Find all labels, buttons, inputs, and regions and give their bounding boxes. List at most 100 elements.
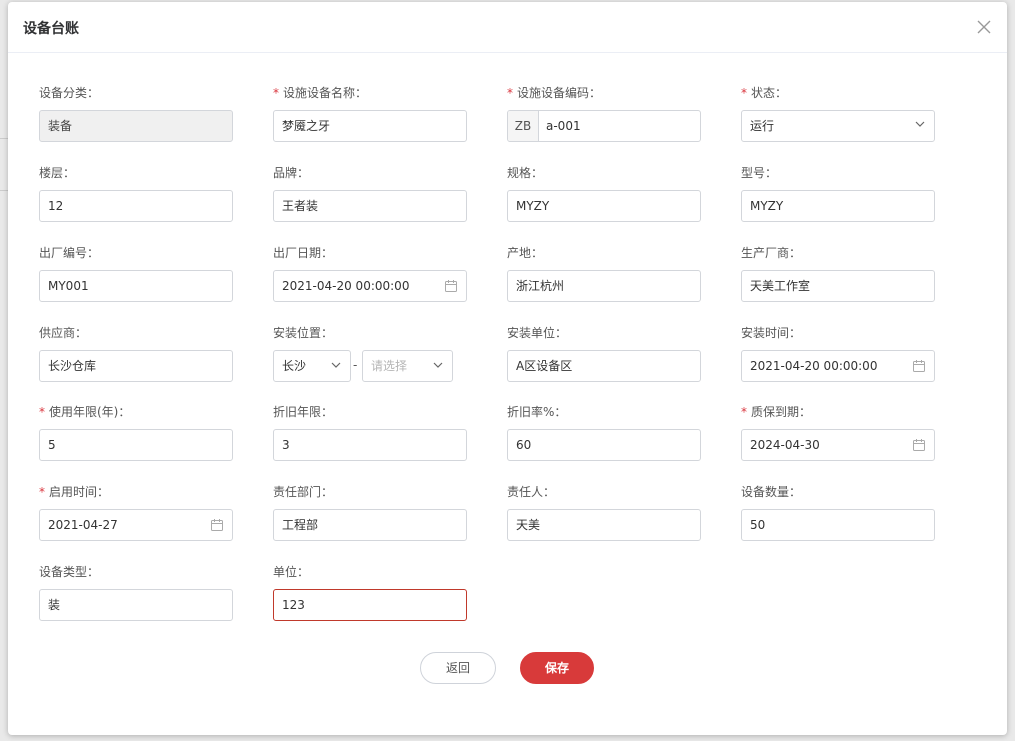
warranty-value: 2024-04-30 <box>750 438 820 452</box>
install-unit-input[interactable]: A区设备区 <box>507 350 701 382</box>
label-origin: 产地： <box>507 246 544 260</box>
field-unit: 单位： 123 <box>273 563 467 621</box>
label-model: 型号： <box>741 166 778 180</box>
close-icon[interactable] <box>974 17 994 37</box>
life-years-input[interactable]: 5 <box>39 429 233 461</box>
required-mark: * <box>741 405 747 419</box>
serial-input[interactable]: MY001 <box>39 270 233 302</box>
location-city-select[interactable]: 长沙 <box>273 350 351 382</box>
field-supplier: 供应商： 长沙仓库 <box>39 324 233 382</box>
title-divider <box>8 52 1007 53</box>
label-name: 设施设备名称： <box>283 86 368 100</box>
calendar-icon <box>913 360 925 372</box>
field-status: * 状态： 运行 <box>741 84 935 142</box>
label-life-years: 使用年限(年)： <box>49 405 131 419</box>
field-owner: 责任人： 天美 <box>507 483 701 541</box>
equipment-ledger-dialog: 设备台账 设备分类： 装备 * 设施设备名称： 梦魇之牙 * 设施设备编码： ZB … <box>8 2 1007 735</box>
label-warranty: 质保到期： <box>751 405 812 419</box>
install-time-value: 2021-04-20 00:00:00 <box>750 359 878 373</box>
label-supplier: 供应商： <box>39 326 88 340</box>
mfg-date-value: 2021-04-20 00:00:00 <box>282 279 410 293</box>
label-owner: 责任人： <box>507 485 556 499</box>
manufacturer-input[interactable]: 天美工作室 <box>741 270 935 302</box>
required-mark: * <box>273 86 279 100</box>
label-dep-rate: 折旧率%： <box>507 405 567 419</box>
label-code: 设施设备编码： <box>517 86 602 100</box>
field-name: * 设施设备名称： 梦魇之牙 <box>273 84 467 142</box>
code-value: a-001 <box>546 119 581 133</box>
field-life-years: * 使用年限(年)： 5 <box>39 403 233 461</box>
status-select[interactable]: 运行 <box>741 110 935 142</box>
field-dep-rate: 折旧率%： 60 <box>507 403 701 461</box>
brand-input[interactable]: 王者装 <box>273 190 467 222</box>
label-category: 设备分类： <box>39 86 100 100</box>
field-install-unit: 安装单位： A区设备区 <box>507 324 701 382</box>
field-dep-years: 折旧年限： 3 <box>273 403 467 461</box>
label-brand: 品牌： <box>273 166 310 180</box>
label-serial: 出厂编号： <box>39 246 100 260</box>
mfg-date-picker[interactable]: 2021-04-20 00:00:00 <box>273 270 467 302</box>
origin-input[interactable]: 浙江杭州 <box>507 270 701 302</box>
field-code: * 设施设备编码： ZB a-001 <box>507 84 701 142</box>
field-department: 责任部门： 工程部 <box>273 483 467 541</box>
model-input[interactable]: MYZY <box>741 190 935 222</box>
label-type: 设备类型： <box>39 565 100 579</box>
location-city-value: 长沙 <box>282 359 307 373</box>
code-input[interactable]: ZB a-001 <box>507 110 701 142</box>
required-mark: * <box>741 86 747 100</box>
start-time-value: 2021-04-27 <box>48 518 118 532</box>
field-type: 设备类型： 装 <box>39 563 233 621</box>
label-status: 状态： <box>751 86 788 100</box>
field-install-time: 安装时间： 2021-04-20 00:00:00 <box>741 324 935 382</box>
field-category: 设备分类： 装备 <box>39 84 233 142</box>
field-mfg-date: 出厂日期： 2021-04-20 00:00:00 <box>273 244 467 302</box>
calendar-icon <box>913 439 925 451</box>
field-quantity: 设备数量： 50 <box>741 483 935 541</box>
field-brand: 品牌： 王者装 <box>273 164 467 222</box>
field-warranty: * 质保到期： 2024-04-30 <box>741 403 935 461</box>
type-input[interactable]: 装 <box>39 589 233 621</box>
install-time-picker[interactable]: 2021-04-20 00:00:00 <box>741 350 935 382</box>
field-model: 型号： MYZY <box>741 164 935 222</box>
chevron-down-icon <box>433 362 443 368</box>
label-dep-years: 折旧年限： <box>273 405 334 419</box>
field-floor: 楼层： 12 <box>39 164 233 222</box>
dep-years-input[interactable]: 3 <box>273 429 467 461</box>
label-start-time: 启用时间： <box>49 485 110 499</box>
quantity-input[interactable]: 50 <box>741 509 935 541</box>
dialog-title: 设备台账 <box>23 21 79 37</box>
required-mark: * <box>507 86 513 100</box>
field-manufacturer: 生产厂商： 天美工作室 <box>741 244 935 302</box>
spec-input[interactable]: MYZY <box>507 190 701 222</box>
label-unit: 单位： <box>273 565 310 579</box>
label-quantity: 设备数量： <box>741 485 802 499</box>
start-time-picker[interactable]: 2021-04-27 <box>39 509 233 541</box>
name-input[interactable]: 梦魇之牙 <box>273 110 467 142</box>
field-serial: 出厂编号： MY001 <box>39 244 233 302</box>
required-mark: * <box>39 405 45 419</box>
label-install-time: 安装时间： <box>741 326 802 340</box>
location-area-select[interactable]: 请选择 <box>362 350 453 382</box>
code-prefix: ZB <box>508 111 539 141</box>
warranty-date-picker[interactable]: 2024-04-30 <box>741 429 935 461</box>
supplier-input[interactable]: 长沙仓库 <box>39 350 233 382</box>
label-manufacturer: 生产厂商： <box>741 246 802 260</box>
required-mark: * <box>39 485 45 499</box>
label-install-unit: 安装单位： <box>507 326 568 340</box>
status-value: 运行 <box>750 119 775 133</box>
label-department: 责任部门： <box>273 485 334 499</box>
label-spec: 规格： <box>507 166 544 180</box>
calendar-icon <box>211 519 223 531</box>
back-button[interactable]: 返回 <box>420 652 496 684</box>
floor-input[interactable]: 12 <box>39 190 233 222</box>
department-input[interactable]: 工程部 <box>273 509 467 541</box>
calendar-icon <box>445 280 457 292</box>
dep-rate-input[interactable]: 60 <box>507 429 701 461</box>
field-spec: 规格： MYZY <box>507 164 701 222</box>
unit-input[interactable]: 123 <box>273 589 467 621</box>
chevron-down-icon <box>331 362 341 368</box>
location-separator: - <box>353 358 358 372</box>
category-input: 装备 <box>39 110 233 142</box>
save-button[interactable]: 保存 <box>520 652 594 684</box>
owner-input[interactable]: 天美 <box>507 509 701 541</box>
